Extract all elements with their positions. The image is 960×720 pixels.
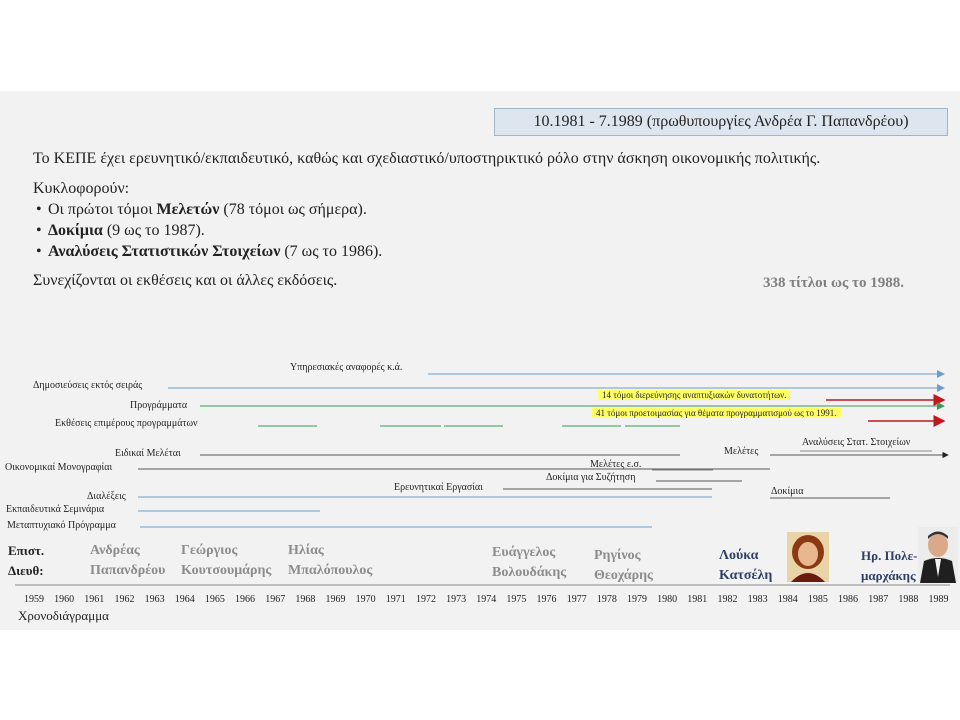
year-tick-label: 1975 bbox=[506, 594, 526, 605]
year-tick-label: 1983 bbox=[748, 594, 768, 605]
directors-label-line1: Επιστ. bbox=[8, 543, 45, 558]
director-first: Ηλίας bbox=[288, 543, 324, 558]
year-tick-label: 1981 bbox=[687, 594, 707, 605]
label-studies-es: Μελέτες ε.σ. bbox=[590, 459, 642, 470]
year-tick-label: 1961 bbox=[84, 594, 104, 605]
year-tick-label: 1968 bbox=[295, 594, 315, 605]
year-tick-label: 1972 bbox=[416, 594, 436, 605]
label-programme-reports: Εκθέσεις επιμέρους προγραμμάτων bbox=[55, 418, 198, 429]
directors-label: Επιστ. Διευθ: bbox=[8, 541, 44, 581]
year-tick-label: 1963 bbox=[145, 594, 165, 605]
label-essays-disc: Δοκίμια για Συζήτηση bbox=[546, 472, 636, 483]
year-tick-label: 1973 bbox=[446, 594, 466, 605]
director-first: Γεώργιος bbox=[181, 543, 238, 558]
note-14-volumes: 14 τόμοι διερεύνησης αναπτυξιακών δυνατο… bbox=[598, 390, 791, 400]
year-tick-label: 1987 bbox=[868, 594, 888, 605]
year-tick-label: 1977 bbox=[567, 594, 587, 605]
year-tick-label: 1986 bbox=[838, 594, 858, 605]
year-tick-label: 1984 bbox=[778, 594, 798, 605]
director-last: Κουτσουμάρης bbox=[181, 563, 272, 578]
year-tick-label: 1974 bbox=[476, 594, 496, 605]
label-research: Ερευνητικαί Εργασίαι bbox=[394, 482, 483, 493]
year-tick-label: 1982 bbox=[717, 594, 737, 605]
director-first: Ρηγίνος bbox=[594, 548, 641, 563]
label-programmes: Προγράμματα bbox=[130, 400, 188, 411]
year-tick-label: 1980 bbox=[657, 594, 677, 605]
director-last: Θεοχάρης bbox=[594, 568, 653, 583]
director-papandreou: Ανδρέας Παπανδρέου bbox=[90, 541, 165, 581]
director-first: Λούκα bbox=[719, 548, 759, 563]
director-theocharis: Ρηγίνος Θεοχάρης bbox=[594, 546, 653, 586]
label-special: Ειδικαί Μελέται bbox=[115, 448, 181, 459]
year-tick-label: 1964 bbox=[175, 594, 195, 605]
year-tick-label: 1979 bbox=[627, 594, 647, 605]
year-tick-label: 1971 bbox=[386, 594, 406, 605]
year-tick-label: 1978 bbox=[597, 594, 617, 605]
year-tick-label: 1969 bbox=[326, 594, 346, 605]
label-reports: Υπηρεσιακές αναφορές κ.ά. bbox=[290, 362, 403, 373]
year-tick-label: 1988 bbox=[898, 594, 918, 605]
director-last: μαρχάκης bbox=[861, 568, 916, 583]
label-studies: Μελέτες bbox=[724, 446, 759, 457]
year-tick-label: 1985 bbox=[808, 594, 828, 605]
director-balopoulos: Ηλίας Μπαλόπουλος bbox=[288, 541, 372, 581]
director-polemarchakis: Ηρ. Πολε- μαρχάκης bbox=[861, 546, 917, 586]
year-tick-label: 1976 bbox=[537, 594, 557, 605]
director-last: Μπαλόπουλος bbox=[288, 563, 373, 578]
year-tick-label: 1970 bbox=[356, 594, 376, 605]
director-first: Ανδρέας bbox=[90, 543, 140, 558]
year-tick-label: 1960 bbox=[54, 594, 74, 605]
director-last: Βολουδάκης bbox=[492, 565, 567, 580]
director-first: Ευάγγελος bbox=[492, 545, 556, 560]
director-katseli: Λούκα Κατσέλη bbox=[719, 546, 772, 586]
director-first: Ηρ. Πολε- bbox=[861, 548, 918, 563]
label-seminars: Εκπαιδευτικά Σεμινάρια bbox=[6, 504, 105, 515]
year-tick-label: 1962 bbox=[114, 594, 134, 605]
director-koutsoumaris: Γεώργιος Κουτσουμάρης bbox=[181, 541, 271, 581]
year-tick-label: 1965 bbox=[205, 594, 225, 605]
year-axis: 1959 1960 1961 1962 1963 1964 1965 1966 1967 1968… bbox=[24, 594, 949, 605]
director-last: Κατσέλη bbox=[719, 568, 773, 583]
label-publications: Δημοσιεύσεις εκτός σειράς bbox=[33, 380, 143, 391]
year-tick-label: 1966 bbox=[235, 594, 255, 605]
year-tick-label: 1959 bbox=[24, 594, 44, 605]
directors-label-line2: Διευθ: bbox=[8, 563, 44, 578]
year-tick-label: 1967 bbox=[265, 594, 285, 605]
timeline-label: Χρονοδιάγραμμα bbox=[18, 608, 109, 623]
label-lectures: Διαλέξεις bbox=[87, 491, 126, 502]
label-postgrad: Μεταπτυχιακό Πρόγραμμα bbox=[7, 520, 116, 531]
polemarchakis-portrait-photo bbox=[918, 527, 958, 583]
label-stat-analyses: Αναλύσεις Στατ. Στοιχείων bbox=[802, 437, 911, 448]
director-voloudakis: Ευάγγελος Βολουδάκης bbox=[492, 543, 566, 583]
katseli-portrait-photo bbox=[787, 532, 829, 582]
label-monographs: Οικονομικαί Μονογραφίαι bbox=[5, 462, 113, 473]
director-last: Παπανδρέου bbox=[90, 563, 166, 578]
note-41-volumes: 41 τόμοι προετοιμασίας για θέματα προγρα… bbox=[592, 408, 841, 418]
year-tick-label: 1989 bbox=[929, 594, 949, 605]
label-essays: Δοκίμια bbox=[771, 486, 804, 497]
